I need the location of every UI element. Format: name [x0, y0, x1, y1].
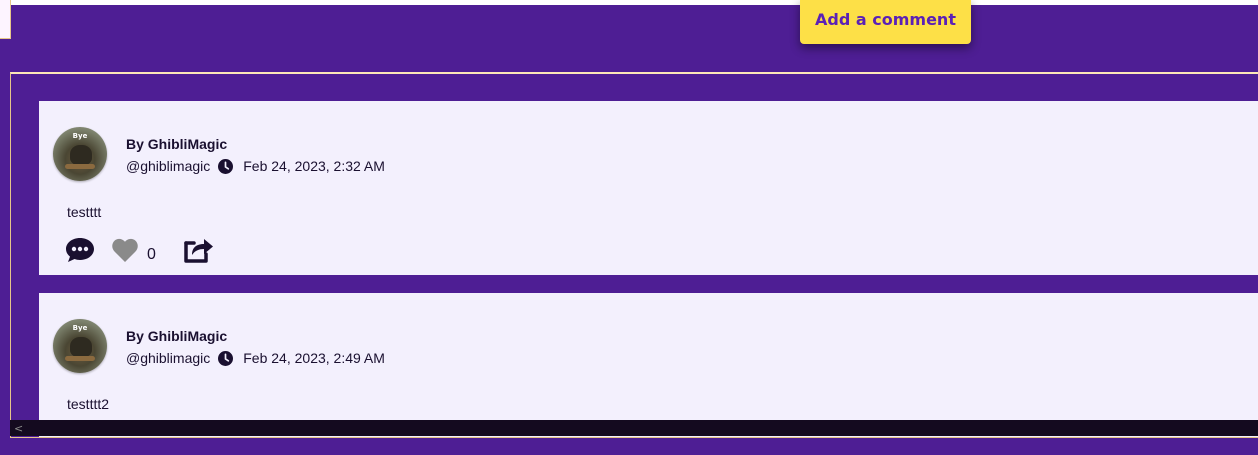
add-comment-button[interactable]: Add a comment — [800, 0, 971, 44]
avatar[interactable]: Bye — [53, 127, 107, 181]
avatar-skateboard-shape — [65, 356, 95, 361]
comment-body: testttt2 — [67, 396, 110, 412]
comment-dots-icon[interactable] — [65, 236, 95, 264]
comment-meta: @ghiblimagic Feb 24, 2023, 2:32 AM — [126, 158, 385, 174]
comment-card: Bye By GhibliMagic @ghiblimagic Feb 24, … — [39, 101, 1258, 275]
header-band — [0, 5, 1258, 72]
share-icon[interactable] — [182, 235, 214, 265]
comment-actions: 0 — [65, 235, 214, 265]
comment-body: testttt — [67, 204, 102, 220]
clock-icon — [218, 350, 234, 366]
like-count: 0 — [147, 246, 156, 263]
author-handle[interactable]: @ghiblimagic — [126, 158, 210, 174]
author-name: By GhibliMagic — [126, 328, 228, 344]
avatar-cat-shape — [70, 145, 92, 165]
top-left-panel-edge — [0, 0, 11, 39]
author-handle[interactable]: @ghiblimagic — [126, 350, 210, 366]
horizontal-scrollbar[interactable]: < — [10, 420, 1258, 436]
heart-icon[interactable] — [111, 237, 139, 263]
comment-timestamp: Feb 24, 2023, 2:32 AM — [243, 158, 385, 174]
avatar[interactable]: Bye — [53, 319, 107, 373]
comment-card: Bye By GhibliMagic @ghiblimagic Feb 24, … — [39, 293, 1258, 437]
comment-meta: @ghiblimagic Feb 24, 2023, 2:49 AM — [126, 350, 385, 366]
author-name: By GhibliMagic — [126, 136, 228, 152]
avatar-caption: Bye — [72, 324, 88, 332]
clock-icon — [218, 158, 234, 174]
comment-timestamp: Feb 24, 2023, 2:49 AM — [243, 350, 385, 366]
avatar-cat-shape — [70, 337, 92, 357]
avatar-caption: Bye — [72, 132, 88, 140]
scroll-left-arrow-icon[interactable]: < — [14, 422, 23, 435]
comments-feed: Bye By GhibliMagic @ghiblimagic Feb 24, … — [10, 72, 1258, 438]
avatar-skateboard-shape — [65, 164, 95, 169]
